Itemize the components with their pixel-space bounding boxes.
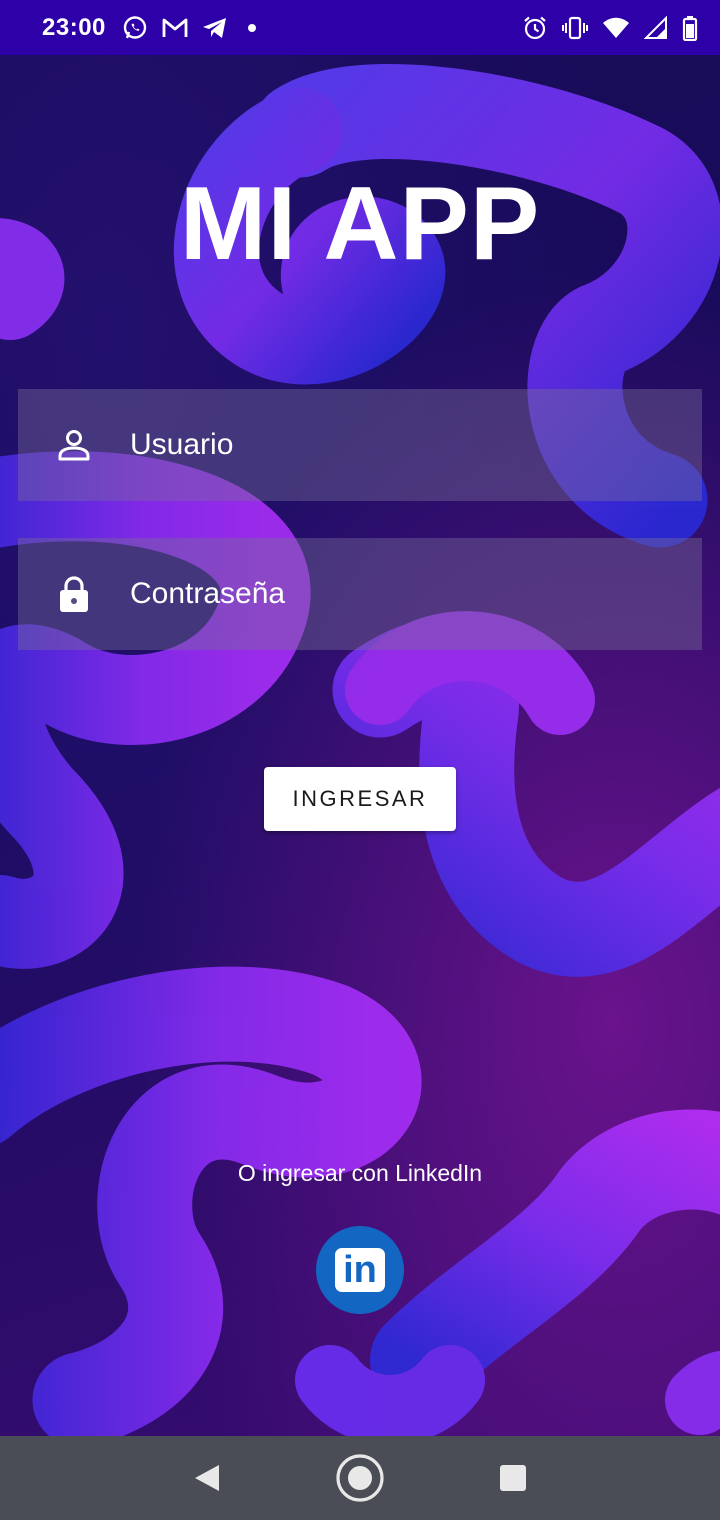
vibrate-icon xyxy=(562,15,588,41)
back-icon[interactable] xyxy=(177,1448,237,1508)
navigation-bar xyxy=(0,1436,720,1520)
password-field[interactable] xyxy=(18,538,702,650)
signal-icon xyxy=(644,15,668,40)
recents-icon[interactable] xyxy=(483,1448,543,1508)
person-icon xyxy=(18,389,130,501)
alarm-icon xyxy=(522,15,548,41)
linkedin-login-text: O ingresar con LinkedIn xyxy=(237,1160,483,1186)
lock-icon xyxy=(18,538,130,650)
username-input[interactable] xyxy=(130,428,670,462)
linkedin-login-button[interactable]: in xyxy=(316,1226,404,1314)
wifi-icon xyxy=(602,16,630,40)
whatsapp-icon xyxy=(122,15,148,41)
notification-dot-icon xyxy=(242,18,262,38)
status-bar: 23:00 xyxy=(0,0,720,55)
ingresar-button[interactable]: INGRESAR xyxy=(264,767,456,831)
battery-icon xyxy=(682,15,698,41)
linkedin-icon: in xyxy=(335,1248,385,1292)
status-time: 23:00 xyxy=(42,13,106,41)
password-input[interactable] xyxy=(130,577,670,611)
telegram-icon xyxy=(202,16,228,40)
gmail-icon xyxy=(162,17,188,39)
username-field[interactable] xyxy=(18,389,702,501)
linkedin-icon-label: in xyxy=(343,1249,377,1291)
status-right-icons xyxy=(522,15,698,41)
app-title: MI APP xyxy=(179,166,541,282)
status-left-icons xyxy=(122,15,262,41)
home-icon[interactable] xyxy=(330,1448,390,1508)
